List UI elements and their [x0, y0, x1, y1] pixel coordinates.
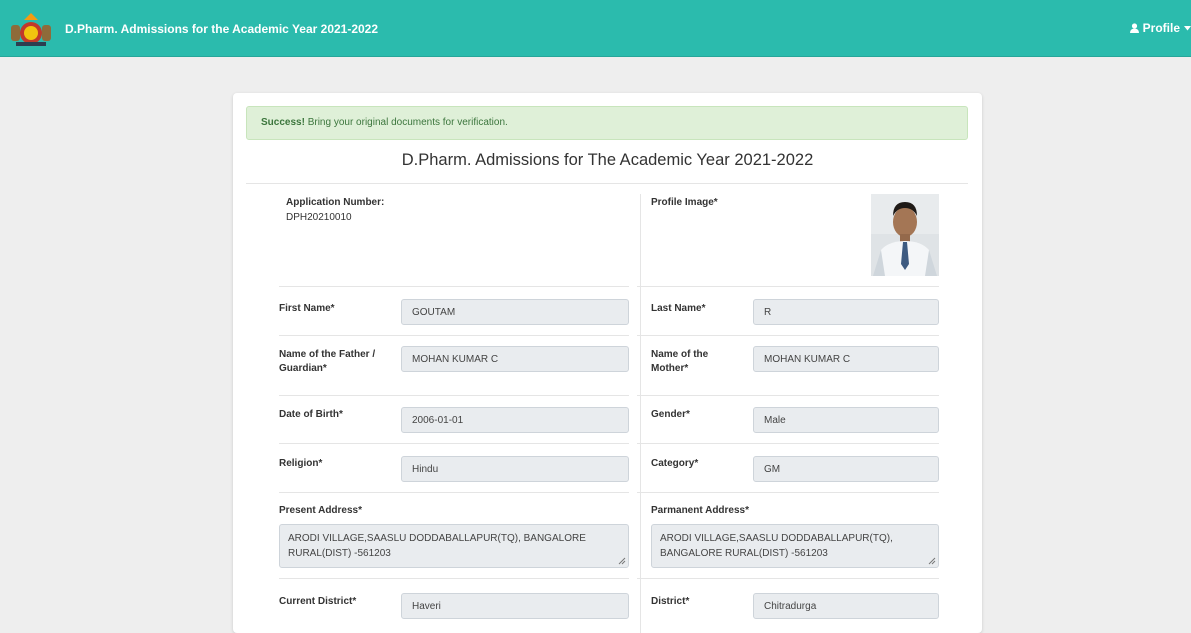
- caret-down-icon: [1184, 25, 1191, 30]
- page-title: D.Pharm. Admissions for The Academic Yea…: [401, 151, 814, 169]
- state-emblem-logo[interactable]: [8, 11, 54, 47]
- row-separator: [279, 335, 629, 336]
- father-name-field[interactable]: MOHAN KUMAR C: [401, 346, 629, 372]
- profile-dropdown[interactable]: Profile: [1129, 21, 1191, 35]
- application-number-value: DPH20210010: [286, 212, 352, 223]
- alert-strong: Success!: [261, 117, 305, 128]
- navbar-brand-title[interactable]: D.Pharm. Admissions for the Academic Yea…: [65, 22, 378, 36]
- application-number-label: Application Number:: [286, 197, 385, 208]
- district-label: District*: [651, 596, 690, 607]
- column-divider: [640, 194, 641, 633]
- category-field[interactable]: GM: [753, 456, 939, 482]
- permanent-address-label: Parmanent Address*: [651, 505, 749, 516]
- user-icon: [1129, 23, 1139, 33]
- permanent-address-field[interactable]: ARODI VILLAGE,SAASLU DODDABALLAPUR(TQ), …: [651, 524, 939, 568]
- father-name-label: Name of the Father / Guardian*: [279, 349, 376, 374]
- title-divider: [246, 183, 968, 184]
- dob-label: Date of Birth*: [279, 409, 343, 420]
- row-separator: [279, 443, 629, 444]
- religion-label: Religion*: [279, 458, 323, 469]
- present-address-label: Present Address*: [279, 505, 362, 516]
- row-separator: [637, 395, 939, 396]
- success-alert: Success! Bring your original documents f…: [246, 106, 968, 140]
- row-separator: [637, 492, 939, 493]
- row-separator: [279, 578, 629, 579]
- profile-label: Profile: [1142, 21, 1180, 35]
- row-separator: [637, 578, 939, 579]
- profile-photo: [871, 194, 939, 276]
- row-separator: [637, 286, 939, 287]
- category-label: Category*: [651, 458, 699, 469]
- mother-name-label: Name of the Mother*: [651, 349, 709, 374]
- mother-name-field[interactable]: MOHAN KUMAR C: [753, 346, 939, 372]
- present-address-text: ARODI VILLAGE,SAASLU DODDABALLAPUR(TQ), …: [288, 533, 586, 559]
- resize-grip-icon[interactable]: [618, 557, 626, 565]
- first-name-label: First Name*: [279, 303, 335, 314]
- last-name-label: Last Name*: [651, 303, 706, 314]
- resize-grip-icon[interactable]: [928, 557, 936, 565]
- permanent-address-text: ARODI VILLAGE,SAASLU DODDABALLAPUR(TQ), …: [660, 533, 893, 559]
- district-field[interactable]: Chitradurga: [753, 593, 939, 619]
- religion-field[interactable]: Hindu: [401, 456, 629, 482]
- alert-message: Bring your original documents for verifi…: [304, 117, 508, 128]
- dob-field[interactable]: 2006-01-01: [401, 407, 629, 433]
- row-separator: [637, 335, 939, 336]
- current-district-field[interactable]: Haveri: [401, 593, 629, 619]
- profile-image-label: Profile Image*: [651, 197, 718, 208]
- last-name-field[interactable]: R: [753, 299, 939, 325]
- current-district-label: Current District*: [279, 596, 357, 607]
- present-address-field[interactable]: ARODI VILLAGE,SAASLU DODDABALLAPUR(TQ), …: [279, 524, 629, 568]
- application-card: Success! Bring your original documents f…: [233, 93, 982, 633]
- row-separator: [279, 286, 629, 287]
- row-separator: [279, 492, 629, 493]
- top-navbar: D.Pharm. Admissions for the Academic Yea…: [0, 0, 1191, 57]
- first-name-field[interactable]: GOUTAM: [401, 299, 629, 325]
- row-separator: [279, 395, 629, 396]
- gender-label: Gender*: [651, 409, 690, 420]
- gender-field[interactable]: Male: [753, 407, 939, 433]
- row-separator: [637, 443, 939, 444]
